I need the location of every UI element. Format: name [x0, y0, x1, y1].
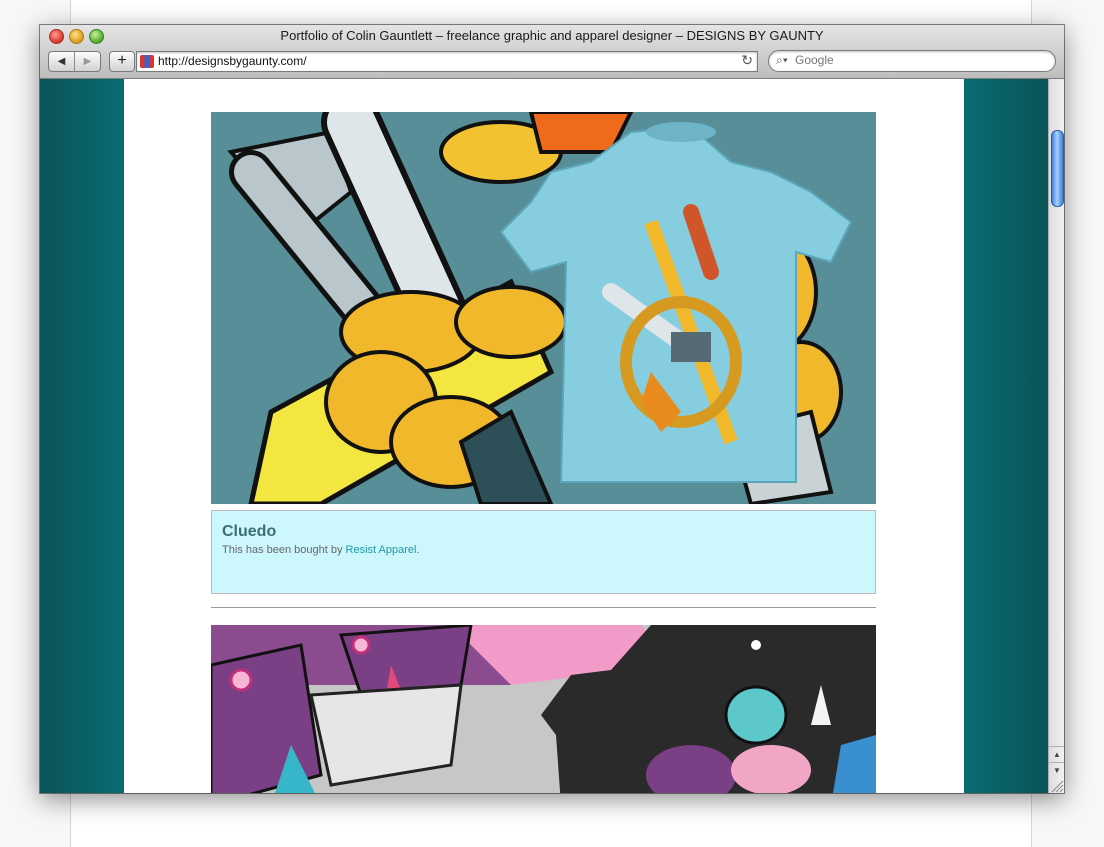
- item-divider: [211, 607, 876, 608]
- resist-apparel-link[interactable]: Resist Apparel: [346, 544, 417, 556]
- portfolio-item-title: Cluedo: [222, 523, 277, 540]
- portfolio-item-caption: This has been bought by Resist Apparel.: [222, 544, 420, 556]
- vertical-scrollbar[interactable]: ▲ ▼: [1048, 79, 1064, 793]
- site-favicon: [140, 55, 154, 68]
- add-bookmark-button[interactable]: +: [109, 51, 135, 72]
- address-bar[interactable]: http://designsbygaunty.com/ ↻: [136, 51, 758, 72]
- reload-icon[interactable]: ↻: [741, 52, 753, 69]
- scroll-up-arrow-icon[interactable]: ▲: [1049, 746, 1064, 762]
- back-button[interactable]: ◀: [49, 52, 74, 71]
- scroll-down-arrow-icon[interactable]: ▼: [1049, 762, 1064, 778]
- navigation-buttons: ◀ ▶: [48, 51, 101, 72]
- forward-button[interactable]: ▶: [74, 52, 100, 71]
- search-icon[interactable]: ⌕▾: [776, 53, 788, 68]
- caption-suffix: .: [416, 544, 420, 556]
- window-title: Portfolio of Colin Gauntlett – freelance…: [280, 28, 824, 43]
- search-field[interactable]: ⌕▾: [768, 50, 1056, 72]
- caption-prefix: This has been bought by: [222, 544, 343, 556]
- cluedo-caption: Cluedo This has been bought by Resist Ap…: [211, 510, 876, 594]
- cluedo-artwork-image[interactable]: [211, 112, 876, 504]
- scrollbar-thumb[interactable]: [1051, 130, 1064, 207]
- back-arrow-icon: ◀: [57, 56, 66, 67]
- search-input[interactable]: [795, 53, 1045, 67]
- forward-arrow-icon: ▶: [83, 56, 92, 67]
- url-text[interactable]: http://designsbygaunty.com/: [158, 54, 307, 68]
- second-artwork-image[interactable]: [211, 625, 876, 793]
- browser-window: Portfolio of Colin Gauntlett – freelance…: [40, 25, 1064, 793]
- cluedo-artwork-illustration: [211, 112, 876, 504]
- content-column: Cluedo This has been bought by Resist Ap…: [124, 79, 964, 793]
- page-viewport: Cluedo This has been bought by Resist Ap…: [40, 79, 1048, 793]
- resize-grip-icon[interactable]: [1048, 777, 1064, 793]
- title-bar[interactable]: Portfolio of Colin Gauntlett – freelance…: [40, 25, 1064, 79]
- second-artwork-illustration: [211, 625, 876, 793]
